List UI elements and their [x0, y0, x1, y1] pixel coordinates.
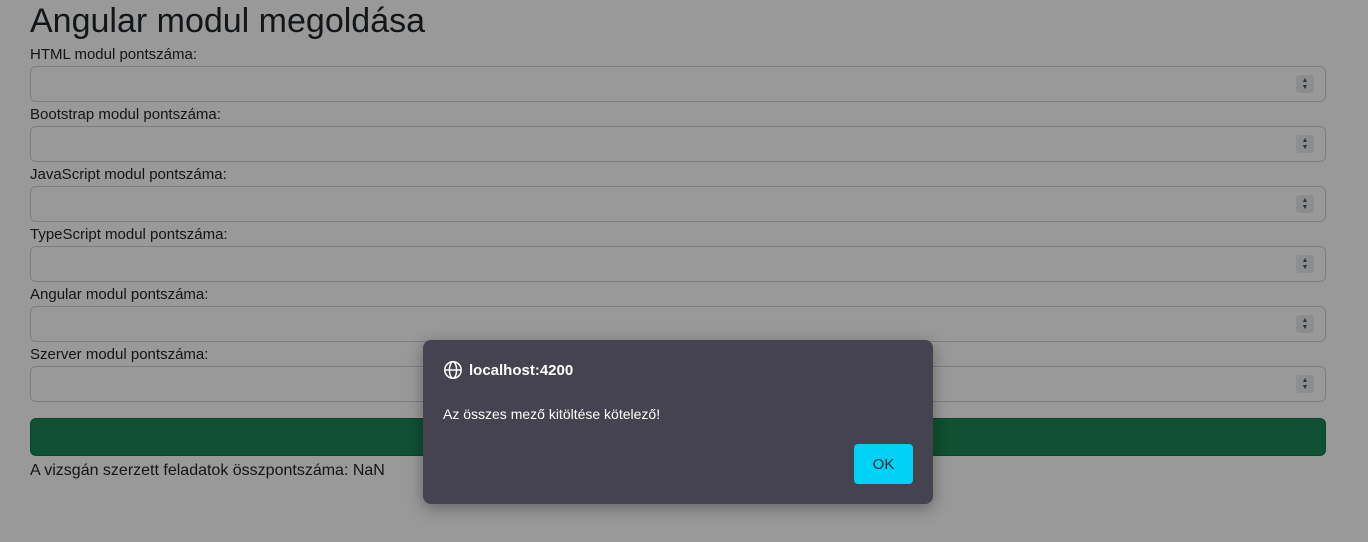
dialog-message: Az összes mező kitöltése kötelező!	[443, 406, 661, 422]
ok-button[interactable]: OK	[854, 444, 913, 484]
dialog-header: localhost:4200	[443, 360, 573, 380]
alert-dialog: localhost:4200 Az összes mező kitöltése …	[423, 340, 933, 504]
dialog-host-text: localhost:4200	[469, 361, 574, 379]
globe-icon	[444, 361, 462, 379]
